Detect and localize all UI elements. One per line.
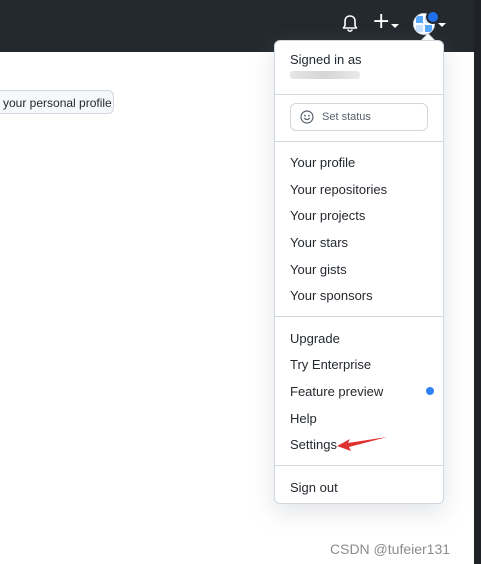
menu-item-help[interactable]: Help: [290, 410, 317, 428]
menu-item-your-projects[interactable]: Your projects: [290, 207, 365, 225]
menu-item-feature-preview[interactable]: Feature preview: [290, 383, 383, 401]
user-avatar-menu-toggle[interactable]: [413, 10, 447, 35]
menu-item-your-stars[interactable]: Your stars: [290, 234, 348, 252]
menu-divider: [275, 94, 443, 95]
smiley-icon: [300, 110, 314, 124]
menu-item-your-gists[interactable]: Your gists: [290, 261, 347, 279]
menu-item-your-sponsors[interactable]: Your sponsors: [290, 287, 373, 305]
notification-dot-icon: [426, 10, 440, 24]
signed-in-label: Signed in as: [290, 52, 362, 67]
menu-item-upgrade[interactable]: Upgrade: [290, 330, 340, 348]
username-redacted: [290, 71, 360, 79]
set-status-button[interactable]: Set status: [290, 103, 428, 131]
red-arrow-annotation-icon: [337, 437, 387, 451]
plus-icon: +: [372, 9, 391, 34]
new-feature-dot-icon: [426, 387, 434, 395]
menu-item-settings[interactable]: Settings: [290, 436, 337, 454]
menu-divider: [275, 141, 443, 142]
window-edge: [474, 0, 481, 564]
create-new-dropdown[interactable]: +: [372, 10, 402, 34]
menu-item-sign-out[interactable]: Sign out: [290, 479, 338, 497]
bell-icon[interactable]: [341, 14, 359, 34]
menu-divider: [275, 316, 443, 317]
menu-item-your-profile[interactable]: Your profile: [290, 154, 355, 172]
menu-item-try-enterprise[interactable]: Try Enterprise: [290, 356, 371, 374]
menu-divider: [275, 465, 443, 466]
chevron-down-icon: [391, 24, 399, 28]
watermark: CSDN @tufeier131: [330, 541, 451, 557]
menu-item-your-repositories[interactable]: Your repositories: [290, 181, 387, 199]
chevron-down-icon: [438, 23, 446, 27]
set-status-label: Set status: [322, 111, 371, 123]
personal-profile-button[interactable]: your personal profile: [0, 90, 114, 114]
